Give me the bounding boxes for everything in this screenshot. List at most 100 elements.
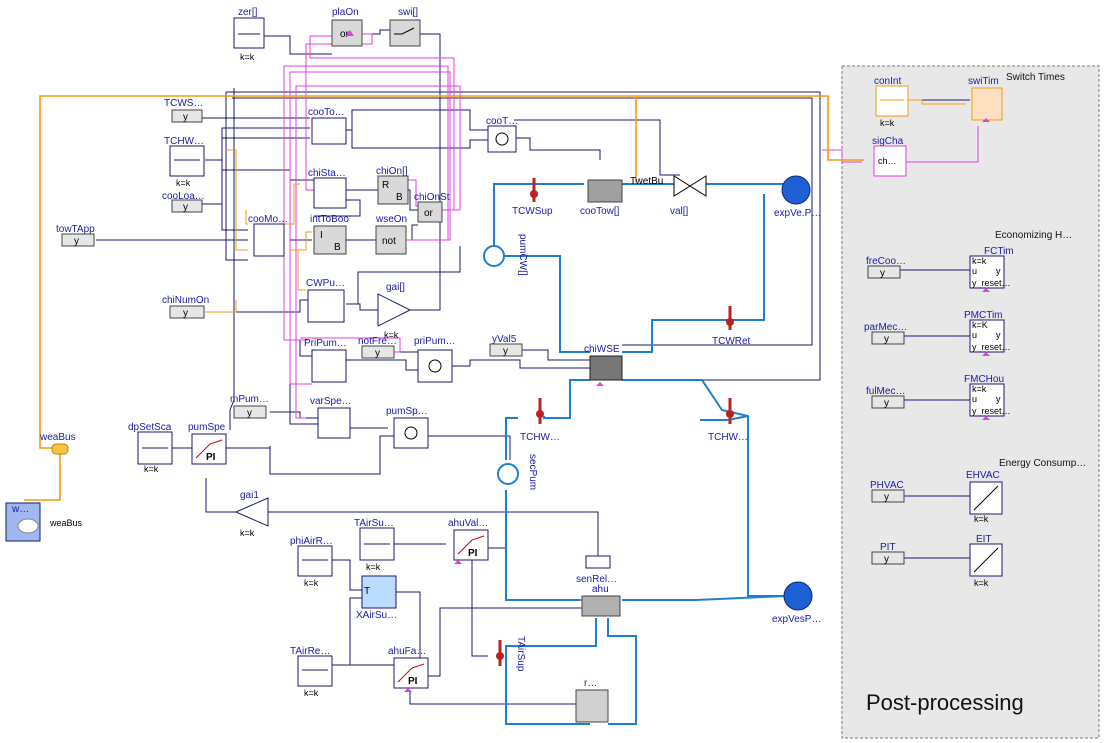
block-senRel[interactable]: senRel…	[576, 555, 617, 585]
block-mPum[interactable]: mPum… y	[230, 394, 269, 419]
CWPu-label: CWPu…	[306, 278, 345, 289]
secPum-label: secPum	[527, 454, 538, 490]
chiOnSt-label: chiOnSt	[414, 192, 450, 203]
phiAirR-param: k=k	[304, 578, 319, 588]
block-phiAirR[interactable]: phiAirR… k=k	[290, 536, 333, 588]
ahuFa-label: ahuFa…	[388, 646, 426, 657]
TCWSup-label: TCWSup	[512, 206, 553, 217]
wseOn-inner: not	[382, 236, 396, 247]
TAirRe-label: TAirRe…	[290, 646, 330, 657]
conInt-label: conInt	[874, 76, 901, 87]
block-ahu[interactable]: ahu	[581, 584, 621, 617]
chiOn-inner: R	[382, 180, 389, 191]
zer-label: zer[]	[238, 7, 258, 18]
post-processing-title: Post-processing	[866, 690, 1024, 715]
block-chiSta[interactable]: chiSta…	[308, 168, 347, 209]
EIT-label: EIT	[976, 534, 992, 545]
block-gai1[interactable]: gai1 k=k	[234, 490, 269, 538]
block-ahuVal[interactable]: ahuVal… PI	[448, 518, 489, 561]
block-TCWS[interactable]: TCWS… y	[164, 98, 203, 123]
gai-label: gai[]	[386, 282, 405, 293]
TCWS-inner: y	[183, 112, 188, 123]
block-cooTow[interactable]: cooTow[]	[580, 179, 623, 217]
block-weaBus[interactable]: weaBus	[39, 432, 76, 455]
FMCHou-out: y	[996, 394, 1001, 404]
block-wseOn[interactable]: wseOn not	[375, 214, 407, 255]
conInt-param: k=k	[880, 118, 895, 128]
block-chiNumOn[interactable]: chiNumOn y	[162, 295, 209, 319]
block-swi[interactable]: swi[]	[389, 7, 421, 47]
block-wetBu[interactable]: TwetBu	[630, 176, 663, 187]
block-varSpe[interactable]: varSpe…	[310, 396, 352, 439]
block-zer[interactable]: zer[] k=k	[233, 7, 265, 62]
block-chiOn[interactable]: chiOn[] R B	[376, 166, 409, 205]
EIT-param: k=k	[974, 578, 989, 588]
block-TCHWa[interactable]: TCHW…	[520, 398, 560, 443]
block-TCHW[interactable]: TCHW… k=k	[164, 136, 205, 188]
phiAirR-label: phiAirR…	[290, 536, 333, 547]
block-XAirSu[interactable]: T XAirSu…	[356, 575, 397, 621]
parMec-inner: y	[884, 334, 889, 345]
block-yVal5[interactable]: yVal5 y	[489, 334, 523, 357]
PIT-inner: y	[884, 554, 889, 565]
block-dpSetSca[interactable]: dpSetSca k=k	[128, 422, 173, 474]
block-freCoo[interactable]: freCoo… y	[866, 256, 906, 279]
chiNumOn-label: chiNumOn	[162, 295, 209, 306]
gai1-param: k=k	[240, 528, 255, 538]
notFre-label: notFre…	[358, 336, 397, 347]
block-cooLoa[interactable]: cooLoa… y	[162, 191, 205, 213]
block-PHVAC[interactable]: PHVAC y	[870, 480, 905, 503]
signal-wires	[96, 29, 970, 705]
block-TCWRet[interactable]: TCWRet	[712, 306, 751, 347]
block-weather[interactable]: w… weaBus	[5, 502, 83, 542]
block-intToBoo[interactable]: intToBoo I B	[310, 214, 349, 255]
PMCTim-out: y	[996, 330, 1001, 340]
block-fulMec[interactable]: fulMec… y	[866, 386, 905, 409]
block-PriPum[interactable]: PriPum…	[304, 338, 347, 383]
block-sigCha[interactable]: sigCha ch…	[872, 136, 907, 177]
block-notFre[interactable]: notFre… y	[358, 336, 397, 359]
intToBoo-inner: I	[320, 230, 323, 241]
cooTow-label: cooTow[]	[580, 206, 620, 217]
block-expVesP[interactable]: expVesP…	[772, 581, 821, 625]
TAirSup-label: TAirSup	[515, 636, 526, 672]
fulMec-inner: y	[884, 398, 889, 409]
PHVAC-label: PHVAC	[870, 480, 904, 491]
block-priPum[interactable]: priPum…	[414, 336, 456, 383]
block-cooMo[interactable]: cooMo…	[248, 214, 288, 257]
block-chiWSE[interactable]: chiWSE	[584, 344, 623, 381]
block-towTApp[interactable]: towTApp y	[56, 224, 95, 247]
block-gai[interactable]: gai[] k=k	[377, 282, 412, 340]
chiWSE-label: chiWSE	[584, 344, 620, 355]
block-cooT[interactable]: cooT…	[486, 116, 518, 153]
block-pumSp[interactable]: pumSp…	[386, 406, 429, 449]
block-TAirSup[interactable]: TAirSup	[496, 636, 526, 672]
block-ahuFa[interactable]: ahuFa… PI	[388, 646, 429, 689]
block-FMCHou[interactable]: FMCHou k=k u y_reset… y	[964, 374, 1011, 417]
block-chiOnSt[interactable]: chiOnSt or	[414, 192, 450, 223]
block-swiTim[interactable]: swiTim	[968, 76, 1003, 121]
block-plaOn[interactable]: plaOn or	[331, 7, 363, 47]
block-cooTo[interactable]: cooTo…	[308, 107, 347, 145]
block-secPum[interactable]: secPum	[497, 454, 538, 490]
XAirSu-label: XAirSu…	[356, 610, 397, 621]
FMCHou-l3: y_reset…	[972, 406, 1011, 416]
block-TAirSu[interactable]: TAirSu… k=k	[354, 518, 395, 572]
block-TAirRe[interactable]: TAirRe… k=k	[290, 646, 333, 698]
weaBus-label: weaBus	[39, 432, 76, 443]
towTApp-inner: y	[74, 236, 79, 247]
swiTim-label: swiTim	[968, 76, 999, 87]
FCTim-label: FCTim	[984, 246, 1014, 257]
block-CWPu[interactable]: CWPu…	[306, 278, 345, 323]
block-room[interactable]: r…	[575, 678, 609, 723]
block-pumSpe[interactable]: pumSpe PI	[188, 422, 227, 465]
block-pumCW[interactable]: pumCW[]	[483, 234, 528, 276]
TCHWa-label: TCHW…	[520, 432, 560, 443]
block-expVeP[interactable]: expVe.P…	[774, 175, 821, 219]
modelica-diagram: Post-processing Switch Times Economizing…	[5, 7, 1100, 739]
wseOn-label: wseOn	[375, 214, 407, 225]
block-val[interactable]: val[]	[670, 175, 707, 217]
val-label: val[]	[670, 206, 689, 217]
sigCha-label: sigCha	[872, 136, 904, 147]
room-label: r…	[584, 678, 597, 689]
